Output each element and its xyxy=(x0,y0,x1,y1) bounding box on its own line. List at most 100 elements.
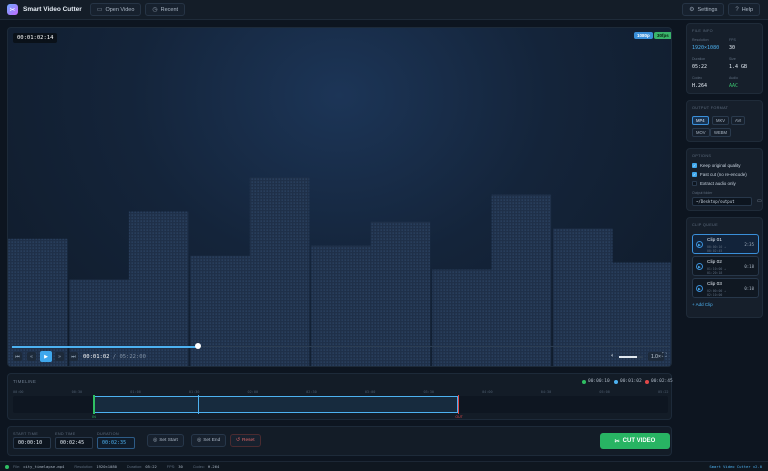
clock-icon: ◷ xyxy=(152,7,158,13)
legend-end-label: 00:02:45 xyxy=(651,379,673,384)
checkbox[interactable] xyxy=(692,181,697,186)
building-shape xyxy=(491,194,552,366)
info-label: Size xyxy=(729,57,736,61)
checkbox[interactable]: ✓ xyxy=(692,172,697,177)
timeline-tick-label: 00:00 xyxy=(13,390,24,394)
timeline-tick-label: 03:30 xyxy=(423,390,434,394)
folder-icon[interactable]: ▭ xyxy=(757,198,762,204)
start-time-field: START TIME 00:00:10 xyxy=(13,432,51,449)
recent-button[interactable]: ◷ Recent xyxy=(145,3,186,16)
cut-video-label: CUT VIDEO xyxy=(622,438,656,444)
clip-card[interactable]: ▶ Clip 01 00:00:10 → 00:02:45 2:35 xyxy=(692,234,759,254)
status-file-label: File: xyxy=(13,464,21,469)
play-icon[interactable]: ▶ xyxy=(696,263,703,270)
option-row[interactable]: ✓ Keep original quality xyxy=(692,163,741,168)
info-label: FPS xyxy=(729,38,736,42)
option-label: Keep original quality xyxy=(700,163,741,168)
legend-start-label: 00:00:10 xyxy=(588,379,610,384)
playhead[interactable] xyxy=(198,395,200,414)
play-icon[interactable]: ▶ xyxy=(40,351,52,362)
folder-icon: ▭ xyxy=(96,7,103,13)
timeline-tick-label: 03:00 xyxy=(364,390,376,394)
building-shape xyxy=(249,177,310,366)
timeline-tick-label: 04:00 xyxy=(482,390,493,394)
clip-card[interactable]: ▶ Clip 02 01:10:00 → 01:20:18 0:18 xyxy=(692,256,759,276)
format-option-avi[interactable]: AVI xyxy=(731,116,746,125)
forward-icon[interactable]: » xyxy=(55,352,64,361)
clip-card[interactable]: ▶ Clip 03 02:00:00 → 02:10:00 0:10 xyxy=(692,278,759,298)
option-label: Fast cut (no re-encode) xyxy=(700,172,747,177)
clip-queue-panel: CLIP QUEUE + Add Clip ▶ Clip 01 00:00:10 →… xyxy=(686,217,763,318)
reset-button[interactable]: ↺ Reset xyxy=(230,434,261,447)
building-shape xyxy=(432,269,492,366)
settings-button[interactable]: ⚙ Settings xyxy=(682,3,725,16)
timeline-tick-label: 02:30 xyxy=(306,390,317,394)
rewind-icon[interactable]: « xyxy=(27,352,36,361)
option-row[interactable]: Extract audio only xyxy=(692,181,736,186)
end-time-field: END TIME 00:02:45 xyxy=(55,432,93,449)
target-icon: ◎ xyxy=(153,438,158,443)
set-start-label: Set Start xyxy=(159,438,178,443)
format-option-webm[interactable]: WEBM xyxy=(710,128,732,137)
duration-label: DURATION xyxy=(97,432,119,436)
clip-name: Clip 02 xyxy=(707,260,722,265)
output-format-title: OUTPUT FORMAT xyxy=(692,106,729,110)
options-title: OPTIONS xyxy=(692,154,712,158)
format-option-mkv[interactable]: MKV xyxy=(712,116,730,125)
out-marker-label: OUT xyxy=(455,415,463,419)
checkbox[interactable]: ✓ xyxy=(692,163,697,168)
legend-current-label: 00:01:02 xyxy=(620,379,642,384)
clip-range: 01:10:00 → 01:20:18 xyxy=(707,267,727,275)
info-label: Codec xyxy=(692,76,703,80)
progress-fill xyxy=(12,345,198,348)
file-info-panel: FILE INFO Resolution 1920×1080 FPS 30 Durati… xyxy=(686,23,763,94)
clip-range: 02:00:00 → 02:10:00 xyxy=(707,289,727,297)
options-panel: OPTIONS Output folder ~/Desktop/output ▭… xyxy=(686,148,763,211)
end-handle[interactable] xyxy=(457,395,460,414)
option-label: Extract audio only xyxy=(700,181,736,186)
help-button[interactable]: ? Help xyxy=(728,3,760,16)
title-bar: ✂ Smart Video Cutter ▭ Open Video ◷ Recent… xyxy=(0,0,768,20)
format-option-mp4[interactable]: MP4 xyxy=(692,116,709,125)
cut-video-button[interactable]: ✂ CUT VIDEO xyxy=(600,433,670,449)
video-preview[interactable]: 00:01:02:14 1080p 30fps ⏮ « ▶ » ⏭ 00:01:… xyxy=(7,27,672,367)
set-end-button[interactable]: ◎ Set End xyxy=(191,434,227,447)
fullscreen-icon[interactable]: ⛶ xyxy=(662,352,667,360)
current-time: 00:01:02 xyxy=(83,354,110,360)
clip-name: Clip 01 xyxy=(707,238,722,243)
duration-field: DURATION 00:02:35 xyxy=(97,432,135,449)
timeline-tick-label: 04:30 xyxy=(540,390,552,394)
duration-value: 00:02:35 xyxy=(97,437,135,449)
status-res-label: Resolution: xyxy=(74,464,94,469)
file-info-title: FILE INFO xyxy=(692,29,713,33)
volume-fill xyxy=(619,356,637,358)
status-file-value: city_timelapse.mp4 xyxy=(23,464,65,469)
option-row[interactable]: ✓ Fast cut (no re-encode) xyxy=(692,172,747,177)
output-folder-input[interactable]: ~/Desktop/output xyxy=(692,197,752,206)
add-clip-button[interactable]: + Add Clip xyxy=(692,302,713,307)
skip-end-icon[interactable]: ⏭ xyxy=(69,352,78,361)
skip-start-icon[interactable]: ⏮ xyxy=(13,352,22,361)
legend-end: 00:02:45 xyxy=(645,379,673,384)
timeline-selection[interactable] xyxy=(94,396,459,413)
end-dot-icon xyxy=(645,379,649,384)
app-version: Smart Video Cutter v2.0 xyxy=(709,464,762,469)
timeline-tick-label: 01:00 xyxy=(130,390,141,394)
start-handle[interactable] xyxy=(93,395,95,414)
settings-label: Settings xyxy=(697,6,718,13)
open-video-button[interactable]: ▭ Open Video xyxy=(89,3,142,16)
play-icon[interactable]: ▶ xyxy=(696,285,703,292)
end-time-input[interactable]: 00:02:45 xyxy=(55,437,93,449)
play-icon[interactable]: ▶ xyxy=(696,241,703,248)
status-dot-icon xyxy=(5,464,9,469)
video-frame xyxy=(8,177,671,366)
progress-handle[interactable] xyxy=(194,343,201,349)
volume-icon[interactable]: 🔈︎ xyxy=(611,353,615,360)
in-marker-label: IN xyxy=(92,415,96,419)
clip-name: Clip 03 xyxy=(707,282,722,287)
timeline-tick-label: 00:30 xyxy=(71,390,83,394)
set-start-button[interactable]: ◎ Set Start xyxy=(147,434,184,447)
start-time-input[interactable]: 00:00:10 xyxy=(13,437,51,449)
info-value: H.264 xyxy=(692,83,708,89)
format-option-mov[interactable]: MOV xyxy=(692,128,710,137)
